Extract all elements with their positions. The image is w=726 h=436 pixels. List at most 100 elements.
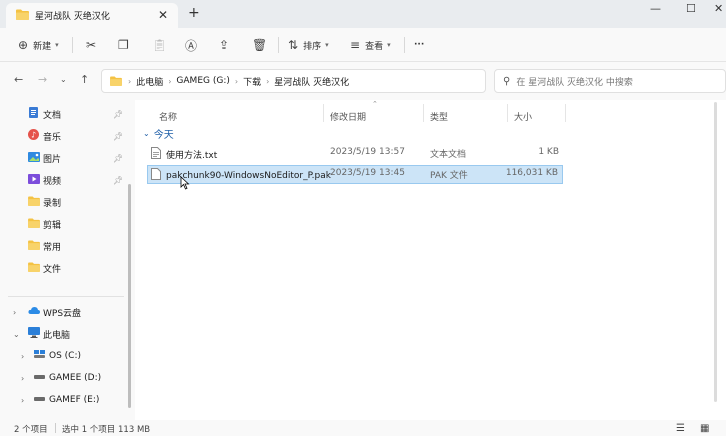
folder-icon bbox=[16, 9, 29, 23]
column-divider[interactable] bbox=[507, 104, 508, 122]
copy-button[interactable]: ❐ bbox=[118, 35, 134, 55]
sidebar-item-wps-cloud[interactable]: › WPS云盘 bbox=[0, 302, 128, 322]
tab-current[interactable]: 星河战队 灭绝汉化 ✕ bbox=[6, 3, 178, 28]
content-scrollbar[interactable] bbox=[714, 102, 717, 402]
recent-chevron-icon[interactable]: ⌄ bbox=[60, 75, 67, 84]
column-header-type[interactable]: 类型 bbox=[430, 106, 448, 126]
file-size: 1 KB bbox=[538, 147, 559, 157]
view-label: 查看 bbox=[365, 41, 384, 52]
sidebar-item-drive-d[interactable]: › GAMEE (D:) bbox=[0, 368, 128, 388]
folder-icon bbox=[28, 195, 40, 209]
command-bar: ⊕ 新建 ▾ ✂ ❐ 📋︎ Ⓐ ⇪ 🗑︎ ⇅ 排序 ▾ ≡ 查看 ▾ ··· bbox=[0, 28, 726, 62]
sidebar-item-drive-c[interactable]: › OS (C:) bbox=[0, 346, 128, 366]
column-divider[interactable] bbox=[565, 104, 566, 122]
new-tab-button[interactable]: + bbox=[188, 5, 200, 21]
column-divider[interactable] bbox=[323, 104, 324, 122]
chevron-right-icon: › bbox=[234, 76, 239, 86]
view-button[interactable]: ≡ 查看 ▾ bbox=[350, 35, 391, 55]
tiles-view-icon[interactable]: ▦ bbox=[700, 423, 709, 434]
folder-icon bbox=[28, 217, 40, 231]
chevron-right-icon: › bbox=[128, 76, 132, 86]
item-count: 2 个项目 bbox=[14, 425, 48, 435]
chevron-right-icon[interactable]: › bbox=[21, 396, 24, 405]
sidebar-item-label: 文档 bbox=[43, 110, 62, 121]
paste-icon: 📋︎ bbox=[152, 38, 168, 52]
pin-icon[interactable]: 📌︎ bbox=[113, 154, 123, 163]
pin-icon[interactable]: 📌︎ bbox=[113, 132, 123, 141]
minimize-button[interactable]: — bbox=[650, 2, 661, 15]
rename-icon: Ⓐ bbox=[185, 38, 198, 53]
file-type: PAK 文件 bbox=[430, 171, 468, 181]
column-divider[interactable] bbox=[423, 104, 424, 122]
sidebar-item-label: 音乐 bbox=[43, 132, 62, 143]
delete-button[interactable]: 🗑︎ bbox=[252, 35, 272, 55]
file-size: 116,031 KB bbox=[505, 168, 558, 178]
new-button[interactable]: ⊕ 新建 ▾ bbox=[18, 35, 59, 55]
cut-button[interactable]: ✂ bbox=[86, 35, 101, 55]
sidebar-item-documents[interactable]: 文档 📌︎ bbox=[0, 104, 128, 124]
pin-icon[interactable]: 📌︎ bbox=[113, 110, 123, 119]
sidebar-item-common[interactable]: 常用 bbox=[0, 236, 128, 256]
file-name: pakchunk90-WindowsNoEditor_P.pak bbox=[166, 170, 331, 181]
chevron-down-icon[interactable]: ⌄ bbox=[13, 330, 20, 339]
share-button[interactable]: ⇪ bbox=[219, 35, 234, 55]
breadcrumb-item[interactable]: 此电脑 bbox=[136, 75, 163, 88]
view-icon: ≡ bbox=[350, 38, 361, 52]
close-window-button[interactable]: ✕ bbox=[714, 2, 723, 15]
file-row[interactable]: 使用方法.txt 2023/5/19 13:57 文本文档 1 KB bbox=[147, 144, 563, 163]
paste-button[interactable]: 📋︎ bbox=[152, 35, 172, 55]
breadcrumb-item[interactable]: 星河战队 灭绝汉化 bbox=[274, 75, 349, 88]
pin-icon[interactable]: 📌︎ bbox=[113, 176, 123, 185]
music-icon: ♪ bbox=[28, 129, 39, 143]
rename-button[interactable]: Ⓐ bbox=[185, 35, 202, 55]
cloud-icon bbox=[28, 306, 40, 318]
back-arrow-icon[interactable]: ← bbox=[14, 73, 23, 86]
column-header-size[interactable]: 大小 bbox=[514, 106, 532, 126]
column-header-modified[interactable]: 修改日期 bbox=[330, 106, 366, 126]
folder-icon bbox=[28, 261, 40, 275]
tab-bar: 星河战队 灭绝汉化 ✕ + — ☐ ✕ bbox=[0, 0, 726, 28]
sidebar-item-label: 图片 bbox=[43, 154, 62, 165]
sidebar-item-music[interactable]: ♪ 音乐 📌︎ bbox=[0, 126, 128, 146]
file-modified: 2023/5/19 13:45 bbox=[330, 168, 405, 178]
mouse-cursor-icon bbox=[180, 176, 190, 190]
up-arrow-icon[interactable]: ↑ bbox=[80, 73, 89, 86]
sort-button[interactable]: ⇅ 排序 ▾ bbox=[288, 35, 329, 55]
drive-icon bbox=[34, 350, 46, 362]
sidebar-scrollbar[interactable] bbox=[128, 184, 131, 408]
maximize-button[interactable]: ☐ bbox=[686, 2, 696, 15]
drive-icon bbox=[34, 395, 46, 405]
sidebar-item-files[interactable]: 文件 bbox=[0, 258, 128, 278]
tab-close-icon[interactable]: ✕ bbox=[158, 8, 168, 22]
sidebar-item-pictures[interactable]: 图片 📌︎ bbox=[0, 148, 128, 168]
search-input[interactable]: ⚲ 在 星河战队 灭绝汉化 中搜索 bbox=[494, 69, 726, 93]
address-bar[interactable]: › 此电脑 › GAMEG (G:) › 下载 › 星河战队 灭绝汉化 bbox=[101, 69, 486, 93]
ribbon-divider bbox=[404, 37, 405, 53]
chevron-down-icon: ⌄ bbox=[143, 129, 150, 138]
share-icon: ⇪ bbox=[219, 38, 230, 52]
chevron-right-icon: › bbox=[168, 76, 172, 86]
file-list: ⌃ 名称 修改日期 类型 大小 ⌄ 今天 使用方法.txt 2023/5/19 … bbox=[135, 100, 726, 420]
sidebar-item-this-pc[interactable]: ⌄ 此电脑 bbox=[0, 324, 128, 344]
svg-text:♪: ♪ bbox=[31, 131, 36, 140]
sidebar-item-label: 剪辑 bbox=[43, 220, 62, 231]
breadcrumb-item[interactable]: GAMEG (G:) bbox=[176, 76, 229, 86]
new-label: 新建 bbox=[33, 41, 52, 52]
chevron-right-icon[interactable]: › bbox=[13, 308, 16, 317]
breadcrumb-item[interactable]: 下载 bbox=[243, 75, 261, 88]
sidebar-item-recordings[interactable]: 录制 bbox=[0, 192, 128, 212]
plus-circle-icon: ⊕ bbox=[18, 38, 29, 52]
chevron-right-icon[interactable]: › bbox=[21, 374, 24, 383]
ribbon-divider bbox=[72, 37, 73, 53]
more-options-button[interactable]: ··· bbox=[414, 35, 424, 55]
sidebar-item-videos[interactable]: 视频 📌︎ bbox=[0, 170, 128, 190]
column-header-name[interactable]: 名称 bbox=[159, 106, 177, 126]
file-row-selected[interactable]: pakchunk90-WindowsNoEditor_P.pak 2023/5/… bbox=[147, 165, 563, 184]
address-row: ← → ⌄ ↑ › 此电脑 › GAMEG (G:) › 下载 › 星河战队 灭… bbox=[0, 62, 726, 100]
details-view-icon[interactable]: ☰ bbox=[676, 423, 685, 434]
group-header-today[interactable]: ⌄ 今天 bbox=[143, 126, 174, 141]
sidebar-item-clips[interactable]: 剪辑 bbox=[0, 214, 128, 234]
forward-arrow-icon[interactable]: → bbox=[38, 73, 47, 86]
chevron-right-icon[interactable]: › bbox=[21, 352, 24, 361]
sidebar-item-drive-e[interactable]: › GAMEF (E:) bbox=[0, 390, 128, 410]
